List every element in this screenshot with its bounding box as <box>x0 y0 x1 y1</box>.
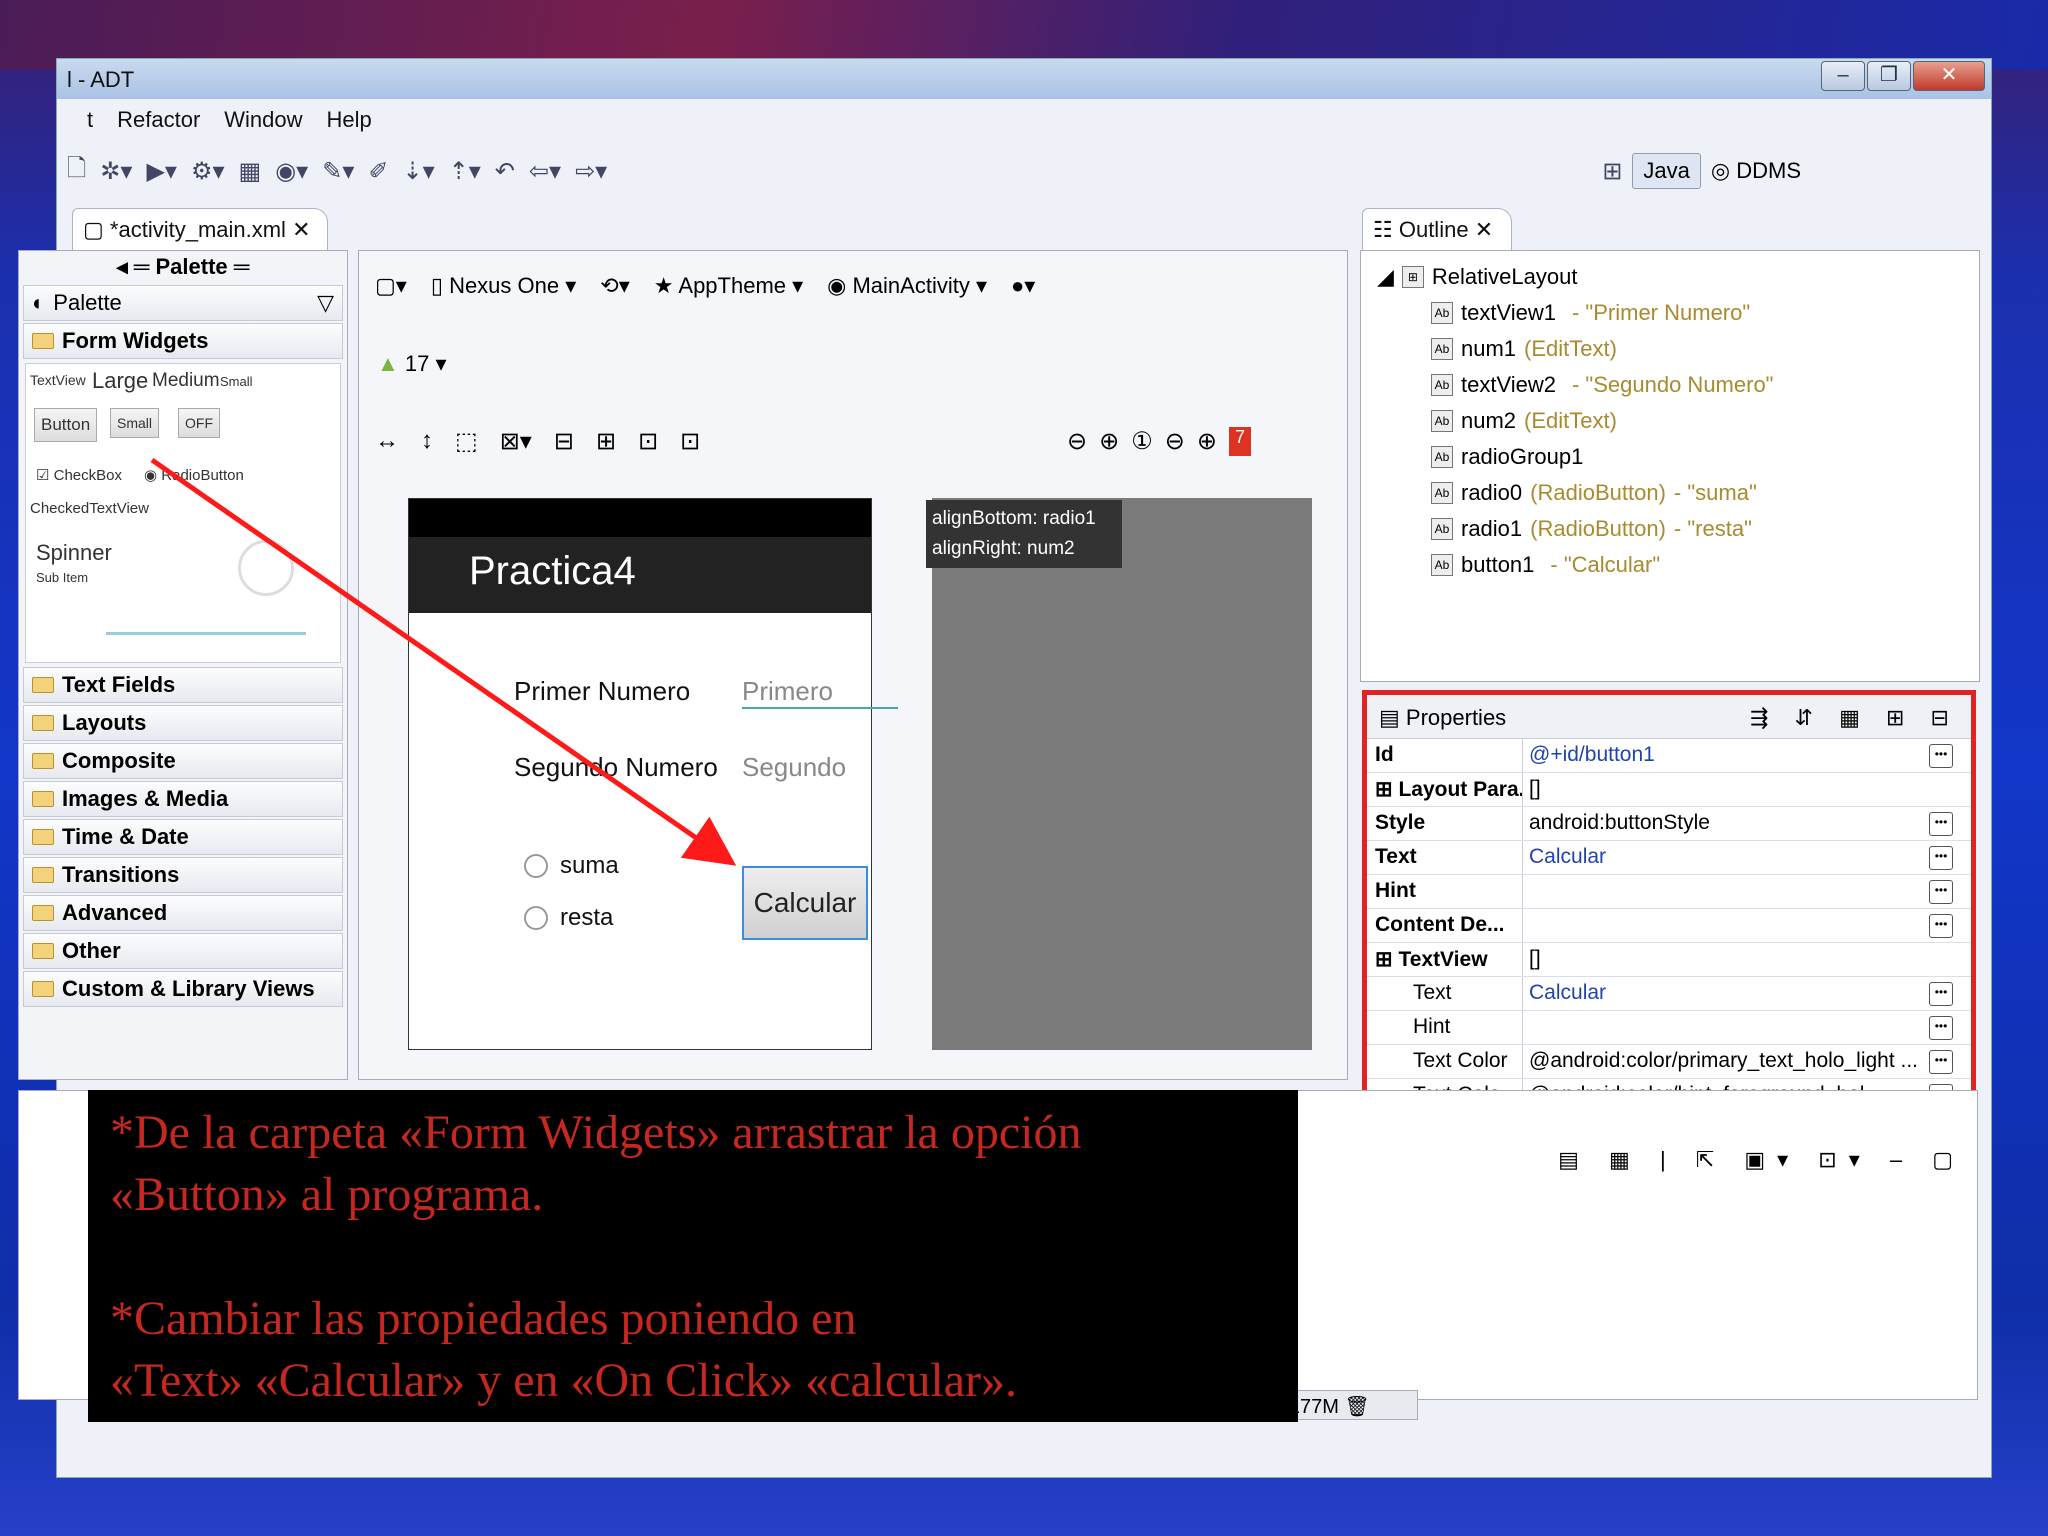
drag-arrow-line <box>150 457 737 866</box>
drag-arrow <box>150 457 737 866</box>
